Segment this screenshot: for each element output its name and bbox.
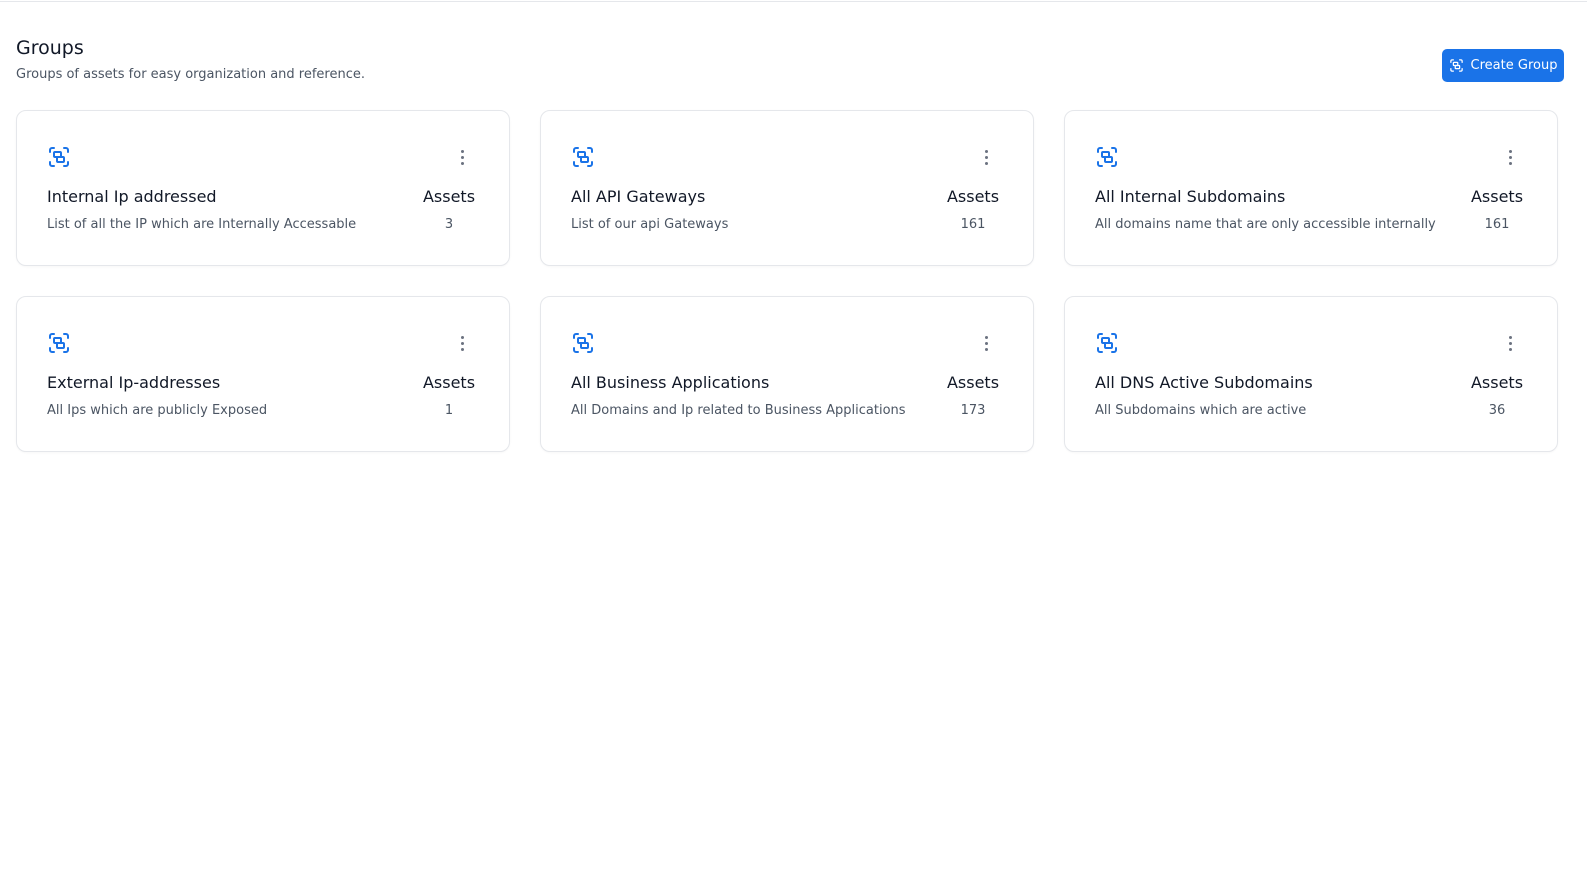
more-options-icon[interactable] — [453, 146, 471, 168]
more-options-icon[interactable] — [977, 146, 995, 168]
group-scan-icon — [1449, 59, 1463, 72]
group-card[interactable]: Internal Ip addressed List of all the IP… — [16, 110, 510, 266]
assets-count: 3 — [444, 217, 454, 232]
assets-label: Assets — [946, 373, 1000, 392]
page-header: Groups Groups of assets for easy organiz… — [16, 0, 1574, 110]
group-scan-icon — [49, 333, 69, 353]
group-scan-icon — [49, 147, 69, 167]
more-options-icon[interactable] — [1501, 146, 1519, 168]
more-options-icon[interactable] — [1501, 332, 1519, 354]
assets-label: Assets — [422, 187, 476, 206]
group-card[interactable]: All Business Applications All Domains an… — [540, 296, 1034, 452]
more-options-icon[interactable] — [977, 332, 995, 354]
assets-label: Assets — [1470, 187, 1524, 206]
assets-count: 1 — [444, 403, 454, 418]
assets-count: 161 — [1484, 217, 1510, 232]
group-scan-icon — [573, 147, 593, 167]
assets-label: Assets — [946, 187, 1000, 206]
group-description: List of all the IP which are Internally … — [47, 217, 357, 232]
group-name: All Business Applications — [571, 373, 770, 392]
group-card[interactable]: External Ip-addresses All Ips which are … — [16, 296, 510, 452]
more-options-icon[interactable] — [453, 332, 471, 354]
group-description: List of our api Gateways — [571, 217, 729, 232]
group-description: All domains name that are only accessibl… — [1095, 217, 1436, 232]
group-description: All Ips which are publicly Exposed — [47, 403, 268, 418]
group-description: All Subdomains which are active — [1095, 403, 1307, 418]
group-scan-icon — [573, 333, 593, 353]
groups-grid: Internal Ip addressed List of all the IP… — [16, 110, 1574, 452]
page-title: Groups — [16, 37, 84, 59]
group-name: All DNS Active Subdomains — [1095, 373, 1313, 392]
group-name: All Internal Subdomains — [1095, 187, 1286, 206]
create-group-label: Create Group — [1470, 58, 1558, 73]
assets-label: Assets — [422, 373, 476, 392]
group-name: External Ip-addresses — [47, 373, 221, 392]
page-subtitle: Groups of assets for easy organization a… — [16, 67, 365, 82]
assets-label: Assets — [1470, 373, 1524, 392]
group-card[interactable]: All DNS Active Subdomains All Subdomains… — [1064, 296, 1558, 452]
group-scan-icon — [1097, 333, 1117, 353]
group-card[interactable]: All Internal Subdomains All domains name… — [1064, 110, 1558, 266]
group-scan-icon — [1097, 147, 1117, 167]
groups-page: Groups Groups of assets for easy organiz… — [16, 0, 1574, 452]
assets-count: 161 — [960, 217, 986, 232]
create-group-button[interactable]: Create Group — [1442, 49, 1564, 82]
group-description: All Domains and Ip related to Business A… — [571, 403, 906, 418]
assets-count: 173 — [960, 403, 986, 418]
group-card[interactable]: All API Gateways List of our api Gateway… — [540, 110, 1034, 266]
group-name: Internal Ip addressed — [47, 187, 217, 206]
group-name: All API Gateways — [571, 187, 706, 206]
assets-count: 36 — [1488, 403, 1506, 418]
